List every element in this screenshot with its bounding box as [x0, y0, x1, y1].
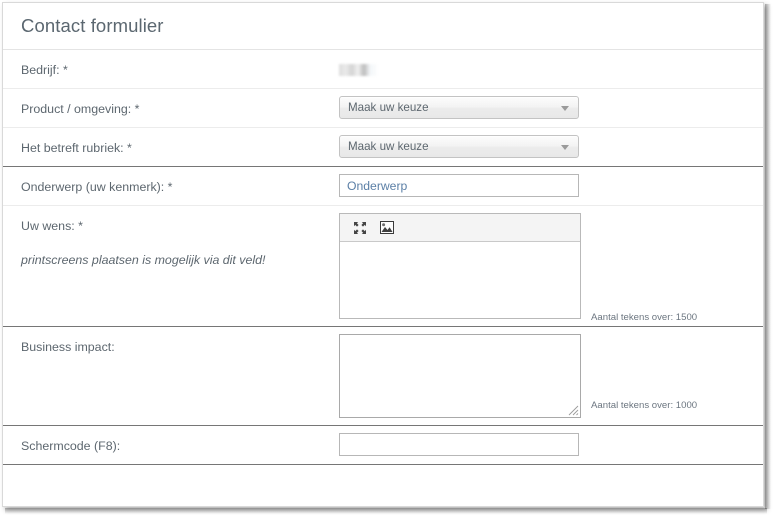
editor-content-area[interactable] — [340, 242, 580, 318]
resize-grip-icon[interactable] — [568, 405, 579, 416]
field-rubriek: Maak uw keuze — [339, 128, 763, 165]
card-shadow-right — [765, 4, 771, 509]
screenshot-root: Contact formulier Bedrijf: * Product / o… — [0, 0, 777, 515]
business-impact-textarea-wrap[interactable] — [339, 334, 581, 418]
wysiwyg-editor[interactable] — [339, 213, 581, 319]
chevron-down-icon — [561, 145, 569, 150]
form-row-onderwerp: Onderwerp (uw kenmerk): * — [3, 167, 763, 206]
form-row-product-omgeving: Product / omgeving: * Maak uw keuze — [3, 89, 763, 128]
label-uw-wens-text: Uw wens: * — [21, 219, 83, 233]
label-business-impact: Business impact: — [21, 340, 115, 354]
field-business-impact: Aantal tekens over: 1000 — [339, 327, 763, 425]
label-uw-wens: Uw wens: * printscreens plaatsen is moge… — [3, 206, 339, 278]
select-rubriek-value: Maak uw keuze — [348, 140, 429, 153]
field-uw-wens: Aantal tekens over: 1500 — [339, 206, 763, 326]
field-onderwerp — [339, 167, 763, 204]
label-schermcode: Schermcode (F8): — [21, 439, 121, 453]
form-row-rubriek: Het betreft rubriek: * Maak uw keuze — [3, 128, 763, 167]
bedrijf-redacted-value — [339, 64, 377, 76]
label-rubriek: Het betreft rubriek: * — [21, 141, 132, 155]
card-shadow-bottom — [5, 508, 767, 514]
form-header: Contact formulier — [3, 3, 763, 50]
schermcode-input[interactable] — [339, 433, 579, 456]
form-row-business-impact: Business impact: Aantal tekens over: 100… — [3, 327, 763, 426]
select-product-omgeving-value: Maak uw keuze — [348, 101, 429, 114]
form-row-schermcode: Schermcode (F8): — [3, 426, 763, 465]
onderwerp-input[interactable] — [339, 174, 579, 197]
page-title: Contact formulier — [21, 15, 164, 36]
field-product-omgeving: Maak uw keuze — [339, 89, 763, 126]
uw-wens-char-counter: Aantal tekens over: 1500 — [591, 312, 698, 323]
fullscreen-icon[interactable] — [351, 219, 369, 237]
form-row-uw-wens: Uw wens: * printscreens plaatsen is moge… — [3, 206, 763, 327]
contact-form-card: Contact formulier Bedrijf: * Product / o… — [2, 2, 764, 507]
image-icon-svg — [380, 221, 394, 234]
fullscreen-icon-svg — [354, 221, 366, 234]
form-row-bedrijf: Bedrijf: * — [3, 50, 763, 89]
image-icon[interactable] — [378, 219, 396, 237]
select-rubriek[interactable]: Maak uw keuze — [339, 135, 579, 158]
field-bedrijf — [339, 50, 763, 83]
label-onderwerp: Onderwerp (uw kenmerk): * — [21, 180, 173, 194]
uw-wens-hint: printscreens plaatsen is mogelijk via di… — [21, 253, 266, 267]
editor-toolbar — [340, 214, 580, 242]
field-schermcode — [339, 426, 763, 463]
label-product-omgeving: Product / omgeving: * — [21, 102, 140, 116]
select-product-omgeving[interactable]: Maak uw keuze — [339, 96, 579, 119]
label-bedrijf: Bedrijf: * — [21, 63, 68, 77]
business-impact-char-counter: Aantal tekens over: 1000 — [591, 400, 698, 411]
chevron-down-icon — [561, 106, 569, 111]
